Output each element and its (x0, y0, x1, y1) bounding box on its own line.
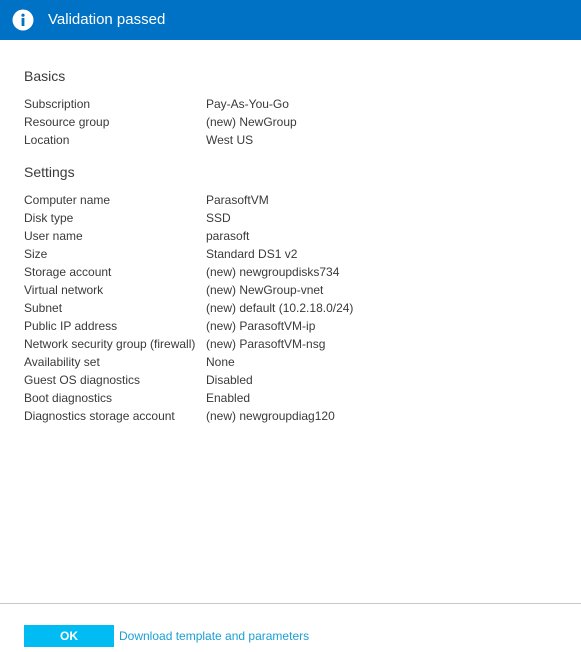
row-value: (new) ParasoftVM-ip (206, 319, 316, 333)
summary-row-disk-type: Disk type SSD (24, 209, 564, 227)
summary-row-subscription: Subscription Pay-As-You-Go (24, 95, 564, 113)
ok-button[interactable]: OK (24, 625, 114, 647)
row-label: Availability set (24, 355, 100, 369)
row-value: (new) NewGroup (206, 115, 297, 129)
summary-row-boot-diagnostics: Boot diagnostics Enabled (24, 389, 564, 407)
row-label: Subnet (24, 301, 63, 315)
row-label: User name (24, 229, 83, 243)
summary-row-virtual-network: Virtual network (new) NewGroup-vnet (24, 281, 564, 299)
row-value: (new) default (10.2.18.0/24) (206, 301, 354, 315)
row-label: Computer name (24, 193, 111, 207)
row-label: Disk type (24, 211, 74, 225)
row-value: (new) newgroupdiag120 (206, 409, 335, 423)
summary-row-guest-os-diagnostics: Guest OS diagnostics Disabled (24, 371, 564, 389)
summary-row-storage-account: Storage account (new) newgroupdisks734 (24, 263, 564, 281)
row-label: Public IP address (24, 319, 118, 333)
summary-content: Basics Subscription Pay-As-You-Go Resour… (24, 64, 564, 425)
row-value: (new) NewGroup-vnet (206, 283, 324, 297)
row-value: None (206, 355, 235, 369)
row-value: (new) ParasoftVM-nsg (206, 337, 326, 351)
row-value: (new) newgroupdisks734 (206, 265, 340, 279)
summary-row-availability-set: Availability set None (24, 353, 564, 371)
settings-list: Computer name ParasoftVM Disk type SSD U… (24, 191, 564, 425)
footer-divider (0, 603, 581, 604)
row-label: Virtual network (24, 283, 104, 297)
row-label: Diagnostics storage account (24, 409, 175, 423)
summary-row-user-name: User name parasoft (24, 227, 564, 245)
row-label: Subscription (24, 97, 91, 111)
download-template-link[interactable]: Download template and parameters (119, 628, 309, 644)
summary-row-diagnostics-storage-account: Diagnostics storage account (new) newgro… (24, 407, 564, 425)
summary-row-network-security-group: Network security group (firewall) (new) … (24, 335, 564, 353)
summary-row-size: Size Standard DS1 v2 (24, 245, 564, 263)
row-label: Guest OS diagnostics (24, 373, 141, 387)
row-label: Storage account (24, 265, 112, 279)
row-value: Standard DS1 v2 (206, 247, 298, 261)
row-value: ParasoftVM (206, 193, 269, 207)
basics-list: Subscription Pay-As-You-Go Resource grou… (24, 95, 564, 149)
summary-row-subnet: Subnet (new) default (10.2.18.0/24) (24, 299, 564, 317)
row-label: Location (24, 133, 70, 147)
row-value: parasoft (206, 229, 250, 243)
row-label: Network security group (firewall) (24, 337, 196, 351)
row-value: Disabled (206, 373, 253, 387)
row-label: Boot diagnostics (24, 391, 113, 405)
validation-banner: Validation passed (0, 0, 581, 40)
summary-row-resource-group: Resource group (new) NewGroup (24, 113, 564, 131)
row-label: Resource group (24, 115, 110, 129)
banner-title: Validation passed (48, 11, 166, 28)
summary-row-computer-name: Computer name ParasoftVM (24, 191, 564, 209)
row-value: SSD (206, 211, 231, 225)
summary-row-public-ip: Public IP address (new) ParasoftVM-ip (24, 317, 564, 335)
row-label: Size (24, 247, 48, 261)
summary-row-location: Location West US (24, 131, 564, 149)
row-value: Enabled (206, 391, 251, 405)
basics-heading: Basics (24, 68, 66, 84)
row-value: Pay-As-You-Go (206, 97, 289, 111)
row-value: West US (206, 133, 254, 147)
info-icon (12, 9, 34, 31)
settings-heading: Settings (24, 164, 75, 180)
